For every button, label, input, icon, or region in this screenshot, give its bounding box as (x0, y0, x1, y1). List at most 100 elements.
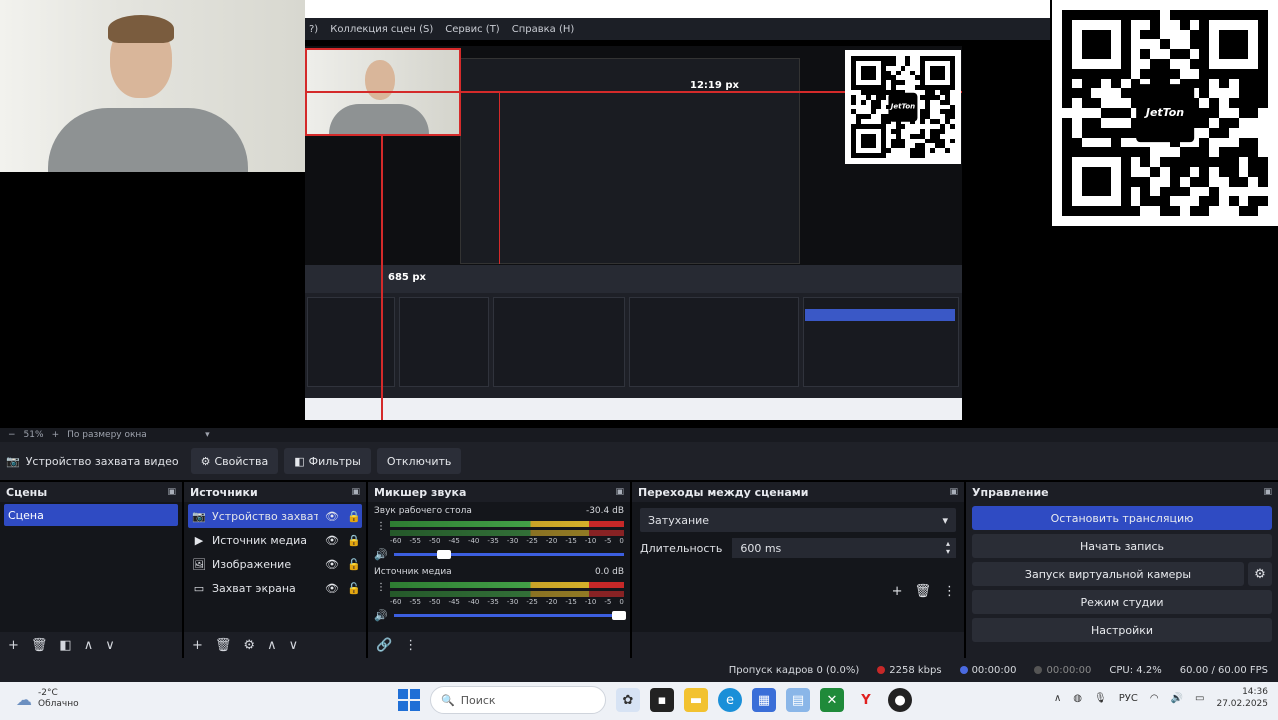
wifi-icon[interactable]: ◠ (1150, 693, 1159, 704)
meter-tick-label: -50 (428, 537, 441, 545)
unlock-icon[interactable]: 🔓 (346, 582, 362, 595)
filters-button[interactable]: ◧ Фильтры (284, 448, 371, 474)
audio-mixer-dock: Микшер звука ▣ Звук рабочего стола -30.4 d… (368, 482, 630, 658)
start-virtual-camera-button[interactable]: Запуск виртуальной камеры (972, 562, 1244, 586)
yandex-browser-icon[interactable]: Y (854, 688, 878, 712)
volume-slider-handle[interactable] (437, 550, 452, 559)
source-item[interactable]: 🖼 Изображение 👁 🔓 (188, 552, 362, 576)
language-indicator[interactable]: РУС (1119, 693, 1138, 704)
volume-slider[interactable] (393, 550, 624, 559)
transition-menu-icon[interactable]: ⋮ (943, 584, 956, 599)
source-item[interactable]: ▭ Захват экрана 👁 🔓 (188, 576, 362, 600)
weather-temp: -2°C (38, 688, 58, 698)
cpu-usage: CPU: 4.2% (1109, 664, 1162, 676)
meter-tick-label: -30 (506, 537, 519, 545)
camera-icon: 📷 (192, 509, 206, 523)
task-view-icon[interactable]: ▪ (650, 688, 674, 712)
chevron-up-icon[interactable]: ∧ (1054, 693, 1061, 704)
undock-icon[interactable]: ▣ (1263, 487, 1272, 497)
source-toolbar: 📷 Устройство захвата видео ⚙ Свойства ◧ Фи… (0, 442, 1278, 480)
obs-preview-canvas[interactable]: ?) Коллекция сцен (S) Сервис (T) Справка… (0, 0, 1278, 428)
channel-menu-icon[interactable]: ⋮ (376, 582, 386, 593)
undock-icon[interactable]: ▣ (615, 487, 624, 497)
mixer-menu-icon[interactable]: ⋮ (404, 638, 417, 653)
source-settings-icon[interactable]: ⚙ (243, 638, 255, 653)
lock-icon[interactable]: 🔒 (346, 510, 362, 523)
copilot-icon[interactable]: ✿ (616, 688, 640, 712)
properties-button[interactable]: ⚙ Свойства (190, 448, 279, 474)
meter-tick-label: -10 (584, 598, 597, 606)
chevron-down-icon[interactable]: ▾ (205, 430, 210, 440)
mixer-channel: Звук рабочего стола -30.4 dB ⋮ -60 -55 -50 -45… (368, 502, 630, 563)
undock-icon[interactable]: ▣ (949, 487, 958, 497)
transition-select[interactable]: Затухание ▾ (640, 508, 956, 532)
add-source-icon[interactable]: + (192, 638, 203, 653)
advanced-audio-icon[interactable]: 🔗 (376, 638, 392, 653)
photos-icon[interactable]: ▤ (786, 688, 810, 712)
clock-time: 14:36 (1242, 687, 1268, 697)
clock[interactable]: 14:36 27.02.2025 (1216, 686, 1268, 710)
duration-spinbox[interactable]: 600 ms ▴ ▾ (732, 538, 956, 558)
captured-menu-strip: ?) Коллекция сцен (S) Сервис (T) Справка… (305, 18, 1050, 40)
spin-arrows-icon[interactable]: ▴ ▾ (946, 540, 950, 556)
eye-icon[interactable]: 👁 (324, 534, 340, 547)
battery-icon[interactable]: ▭ (1195, 693, 1204, 704)
meter-tick-label: -45 (448, 598, 460, 606)
store-icon[interactable]: ▦ (752, 688, 776, 712)
move-down-icon[interactable]: ∨ (105, 638, 115, 653)
edge-browser-icon[interactable]: e (718, 688, 742, 712)
remove-source-icon[interactable]: 🗑 (215, 638, 232, 653)
weather-widget[interactable]: ☁ -2°C Облачно (16, 688, 79, 710)
speaker-icon[interactable]: 🔊 (374, 548, 388, 561)
start-menu-icon[interactable] (398, 689, 420, 711)
bitrate-value: 2258 kbps (889, 664, 942, 676)
zoom-out-icon[interactable]: − (8, 430, 16, 440)
move-up-icon[interactable]: ∧ (267, 638, 277, 653)
start-recording-button[interactable]: Начать запись (972, 534, 1272, 558)
volume-slider-handle[interactable] (612, 611, 627, 620)
search-icon: 🔍 (441, 693, 455, 707)
xbox-icon[interactable]: ✕ (820, 688, 844, 712)
volume-icon[interactable]: 🔊 (1171, 693, 1183, 704)
taskbar-search[interactable]: 🔍 Поиск (430, 686, 606, 714)
stop-stream-button[interactable]: Остановить трансляцию (972, 506, 1272, 530)
eye-icon[interactable]: 👁 (324, 510, 340, 523)
scene-filter-icon[interactable]: ◧ (59, 638, 71, 653)
source-item[interactable]: 📷 Устройство захвата в 👁 🔒 (188, 504, 362, 528)
undock-icon[interactable]: ▣ (351, 487, 360, 497)
obs-app-icon[interactable]: ● (888, 688, 912, 712)
gear-icon[interactable]: ⚙ (1248, 562, 1272, 586)
captured-menu-item-tools: Сервис (T) (445, 23, 500, 35)
channel-menu-icon[interactable]: ⋮ (376, 521, 386, 532)
add-transition-icon[interactable]: + (892, 584, 903, 599)
speaker-icon[interactable]: 🔊 (374, 609, 388, 622)
qr-logo-large: JetTon (1136, 84, 1194, 142)
microphone-icon[interactable]: 🎙 (1094, 693, 1107, 704)
obs-tray-icon[interactable]: ◍ (1073, 693, 1082, 704)
remove-transition-icon[interactable]: 🗑 (914, 584, 931, 599)
zoom-mode-select[interactable]: По размеру окна (67, 430, 197, 440)
eye-icon[interactable]: 👁 (324, 558, 340, 571)
disable-label: Отключить (386, 454, 452, 468)
lock-icon[interactable]: 🔒 (346, 534, 362, 547)
file-explorer-icon[interactable]: ▬ (684, 688, 708, 712)
add-scene-icon[interactable]: + (8, 638, 19, 653)
meter-tick-label: -30 (506, 598, 519, 606)
source-item[interactable]: ▶ Источник медиа 👁 🔒 (188, 528, 362, 552)
move-down-icon[interactable]: ∨ (289, 638, 299, 653)
status-bar: Пропуск кадров 0 (0.0%) 2258 kbps 00:00:… (0, 658, 1278, 682)
disable-button[interactable]: Отключить (376, 448, 462, 474)
studio-mode-button[interactable]: Режим студии (972, 590, 1272, 614)
remove-scene-icon[interactable]: 🗑 (31, 638, 48, 653)
captured-recursive-view (460, 58, 800, 264)
volume-slider[interactable] (393, 611, 627, 620)
unlock-icon[interactable]: 🔓 (346, 558, 362, 571)
eye-icon[interactable]: 👁 (324, 582, 340, 595)
qr-code-large[interactable]: JetTon (1052, 0, 1278, 226)
scene-item[interactable]: Сцена (4, 504, 178, 526)
settings-button[interactable]: Настройки (972, 618, 1272, 642)
meter-tick-label: -25 (526, 598, 538, 606)
move-up-icon[interactable]: ∧ (84, 638, 94, 653)
undock-icon[interactable]: ▣ (167, 487, 176, 497)
zoom-in-icon[interactable]: + (52, 430, 60, 440)
